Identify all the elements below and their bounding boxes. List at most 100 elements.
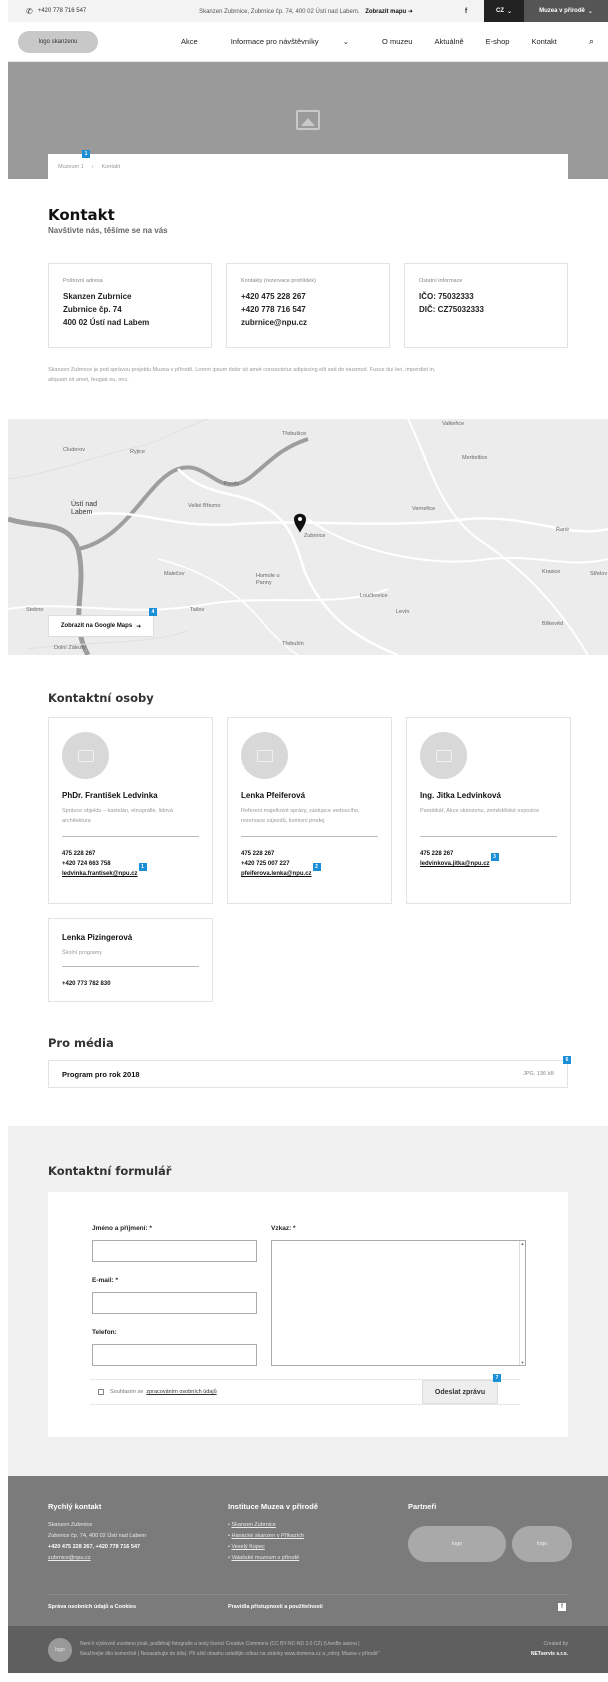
accessibility-link[interactable]: Pravidla přístupnosti a použitelnosti: [228, 1604, 323, 1610]
map-label: Valkeřice: [442, 421, 465, 427]
nav-item-kontakt[interactable]: Kontakt: [520, 37, 567, 46]
submit-button[interactable]: Odeslat zprávu 7: [422, 1374, 501, 1404]
privacy-link[interactable]: Správa osobních údajů a Cookies: [48, 1604, 136, 1610]
show-map-label: Zobrazit mapu: [365, 8, 407, 15]
nav-items: Akce Informace pro návštěvníky ⌄ O muzeu…: [170, 37, 568, 46]
card-line: Skanzen Zubrnice: [63, 292, 132, 301]
contacts-section-title: Kontaktní osoby: [48, 691, 154, 705]
person-name: PhDr. František Ledvinka: [62, 791, 158, 800]
partner-logo[interactable]: logo: [512, 1526, 572, 1562]
nav-item-aktualne[interactable]: Aktuálně: [423, 37, 474, 46]
person-card: Lenka Pfeiferová Referent majetkové sprá…: [227, 717, 392, 904]
map-label: Dolní Zálezly: [54, 645, 86, 651]
map-label: Ryjice: [130, 449, 145, 455]
footer-divider: [48, 1594, 568, 1595]
image-placeholder-icon: [296, 110, 320, 130]
media-section-title: Pro média: [48, 1036, 114, 1050]
avatar-placeholder-icon: [62, 732, 109, 779]
name-input[interactable]: [92, 1240, 257, 1262]
person-email[interactable]: ledvinkova.jitka@npu.cz 3: [420, 853, 499, 869]
facebook-icon[interactable]: f: [454, 8, 478, 15]
footer-link[interactable]: • Skanzen Zubrnice: [228, 1520, 318, 1531]
annotation-badge: 6: [563, 1056, 571, 1064]
footer-link-text: Valašské muzeum v přírodě: [231, 1555, 300, 1561]
textarea-scrollbar[interactable]: ▲ ▼: [519, 1241, 525, 1365]
top-phone[interactable]: ✆ +420 778 716 547: [8, 7, 158, 16]
message-textarea[interactable]: ▲ ▼: [271, 1240, 526, 1366]
phone-icon: ✆: [26, 6, 33, 16]
footer-email[interactable]: zubrnice@npu.cz: [48, 1553, 146, 1564]
museums-dropdown[interactable]: Muzea v přírodě ⌄: [524, 0, 608, 22]
footer-link[interactable]: • Veselý Kopec: [228, 1542, 318, 1553]
search-icon[interactable]: ⌕: [589, 36, 594, 47]
license-line: Neužívejte dílo komerčně | Nezasahujte d…: [80, 1651, 380, 1657]
facebook-icon[interactable]: f: [558, 1603, 566, 1611]
person-phone[interactable]: 475 228 267: [62, 849, 199, 859]
divider: [62, 836, 199, 837]
media-download-row[interactable]: Program pro rok 2018 JPG, 136 kB 6: [48, 1056, 571, 1088]
site-logo-text: logo skanzenu: [38, 38, 78, 45]
person-email-text: pfeiferova.lenka@npu.cz: [241, 871, 312, 877]
footer-heading: Instituce Muzea v přírodě: [228, 1502, 319, 1511]
nav-item-akce[interactable]: Akce: [170, 37, 209, 46]
intro-note: Skanzen Zubrnice je pod správou projektu…: [48, 367, 436, 383]
show-map-link[interactable]: Zobrazit mapu ➜: [365, 9, 413, 15]
nav-item-informace[interactable]: Informace pro návštěvníky ⌄: [209, 37, 371, 46]
footer-link[interactable]: • Hanácké skanzen v Příkazích: [228, 1531, 318, 1542]
person-phone[interactable]: +420 725 007 227: [241, 859, 378, 869]
person-card: PhDr. František Ledvinka Správce objektu…: [48, 717, 213, 904]
person-role: Správce objektu – kastelán, etnografie, …: [62, 808, 173, 824]
footer-phones[interactable]: +420 475 228 267, +420 778 716 547: [48, 1542, 146, 1553]
other-info-card: Ostatní informace IČO: 75032333 DIČ: CZ7…: [404, 263, 568, 348]
annotation-badge: 1: [82, 150, 90, 158]
consent-checkbox[interactable]: [98, 1389, 104, 1395]
phone-input[interactable]: [92, 1344, 257, 1366]
person-phone[interactable]: 475 228 267: [420, 849, 557, 859]
map-label: Tašov: [190, 607, 205, 613]
email-input[interactable]: [92, 1292, 257, 1314]
footer-link-text: Hanácké skanzen v Příkazích: [231, 1533, 304, 1539]
person-email[interactable]: pfeiferova.lenka@npu.cz 2: [241, 863, 321, 879]
form-title: Kontaktní formulář: [48, 1164, 172, 1178]
person-card: Lenka Pizingerová Školní programy +420 7…: [48, 918, 213, 1002]
card-email[interactable]: zubrnice@npu.cz: [241, 316, 375, 329]
scroll-up-icon: ▲: [520, 1241, 525, 1246]
footer-link[interactable]: • Valašské muzeum v přírodě: [228, 1553, 318, 1564]
map-label: Bílkevěd: [542, 621, 564, 627]
breadcrumb-home[interactable]: Muzeum 1: [58, 164, 84, 170]
map-label: Třebušice: [282, 431, 307, 437]
map-label: Řané: [556, 527, 570, 533]
map-label: Levín: [396, 609, 410, 615]
footer-line: Skanzen Zubrnice: [48, 1522, 93, 1528]
partner-logo[interactable]: logo: [408, 1526, 506, 1562]
consent-link[interactable]: zpracováním osobních údajů: [146, 1389, 216, 1395]
person-email[interactable]: ledvinka.frantisek@npu.cz 1: [62, 863, 147, 879]
google-maps-button[interactable]: Zobrazit na Google Maps ➜ 4: [48, 608, 157, 637]
person-phone[interactable]: +420 773 782 830: [62, 979, 199, 989]
language-switch[interactable]: CZ ⌄: [484, 0, 524, 22]
map-label: Cluderov: [63, 447, 86, 453]
created-by-label: Created by: [543, 1641, 568, 1647]
map[interactable]: Třebušice Valkeřice Cluderov Ryjice Merb…: [8, 419, 608, 655]
map-label: Stebno: [26, 607, 44, 613]
map-label: Třebušín: [282, 641, 304, 647]
card-label: Ostatní informace: [419, 278, 463, 284]
divider: [62, 966, 199, 967]
creator-name[interactable]: NETservis s.r.o.: [531, 1651, 568, 1657]
card-phone[interactable]: +420 475 228 267: [241, 290, 375, 303]
nav-item-o-muzeu[interactable]: O muzeu: [371, 37, 423, 46]
person-phone[interactable]: +420 724 663 758: [62, 859, 199, 869]
contacts-card: Kontakty (rezervace prohlídek) +420 475 …: [226, 263, 390, 348]
footer-logo[interactable]: logo: [48, 1638, 72, 1662]
card-label: Poštovní adresa: [63, 278, 103, 284]
map-label: Malečov: [164, 571, 185, 577]
person-phone[interactable]: 475 228 267: [241, 849, 378, 859]
person-email-text: ledvinkova.jitka@npu.cz: [420, 861, 490, 867]
top-address-text: Skanzen Zubrnice, Zubrnice čp. 74, 400 0…: [199, 8, 360, 15]
card-phone[interactable]: +420 778 716 547: [241, 303, 375, 316]
person-role: Referent majetkové správy, zástupce vedo…: [241, 808, 360, 824]
nav-item-eshop[interactable]: E-shop: [475, 37, 521, 46]
site-logo[interactable]: logo skanzenu: [18, 30, 98, 53]
arrow-right-icon: ➜: [407, 8, 413, 15]
person-role: Památkář, Akce skanzenu, zemědělské expo…: [420, 808, 540, 814]
